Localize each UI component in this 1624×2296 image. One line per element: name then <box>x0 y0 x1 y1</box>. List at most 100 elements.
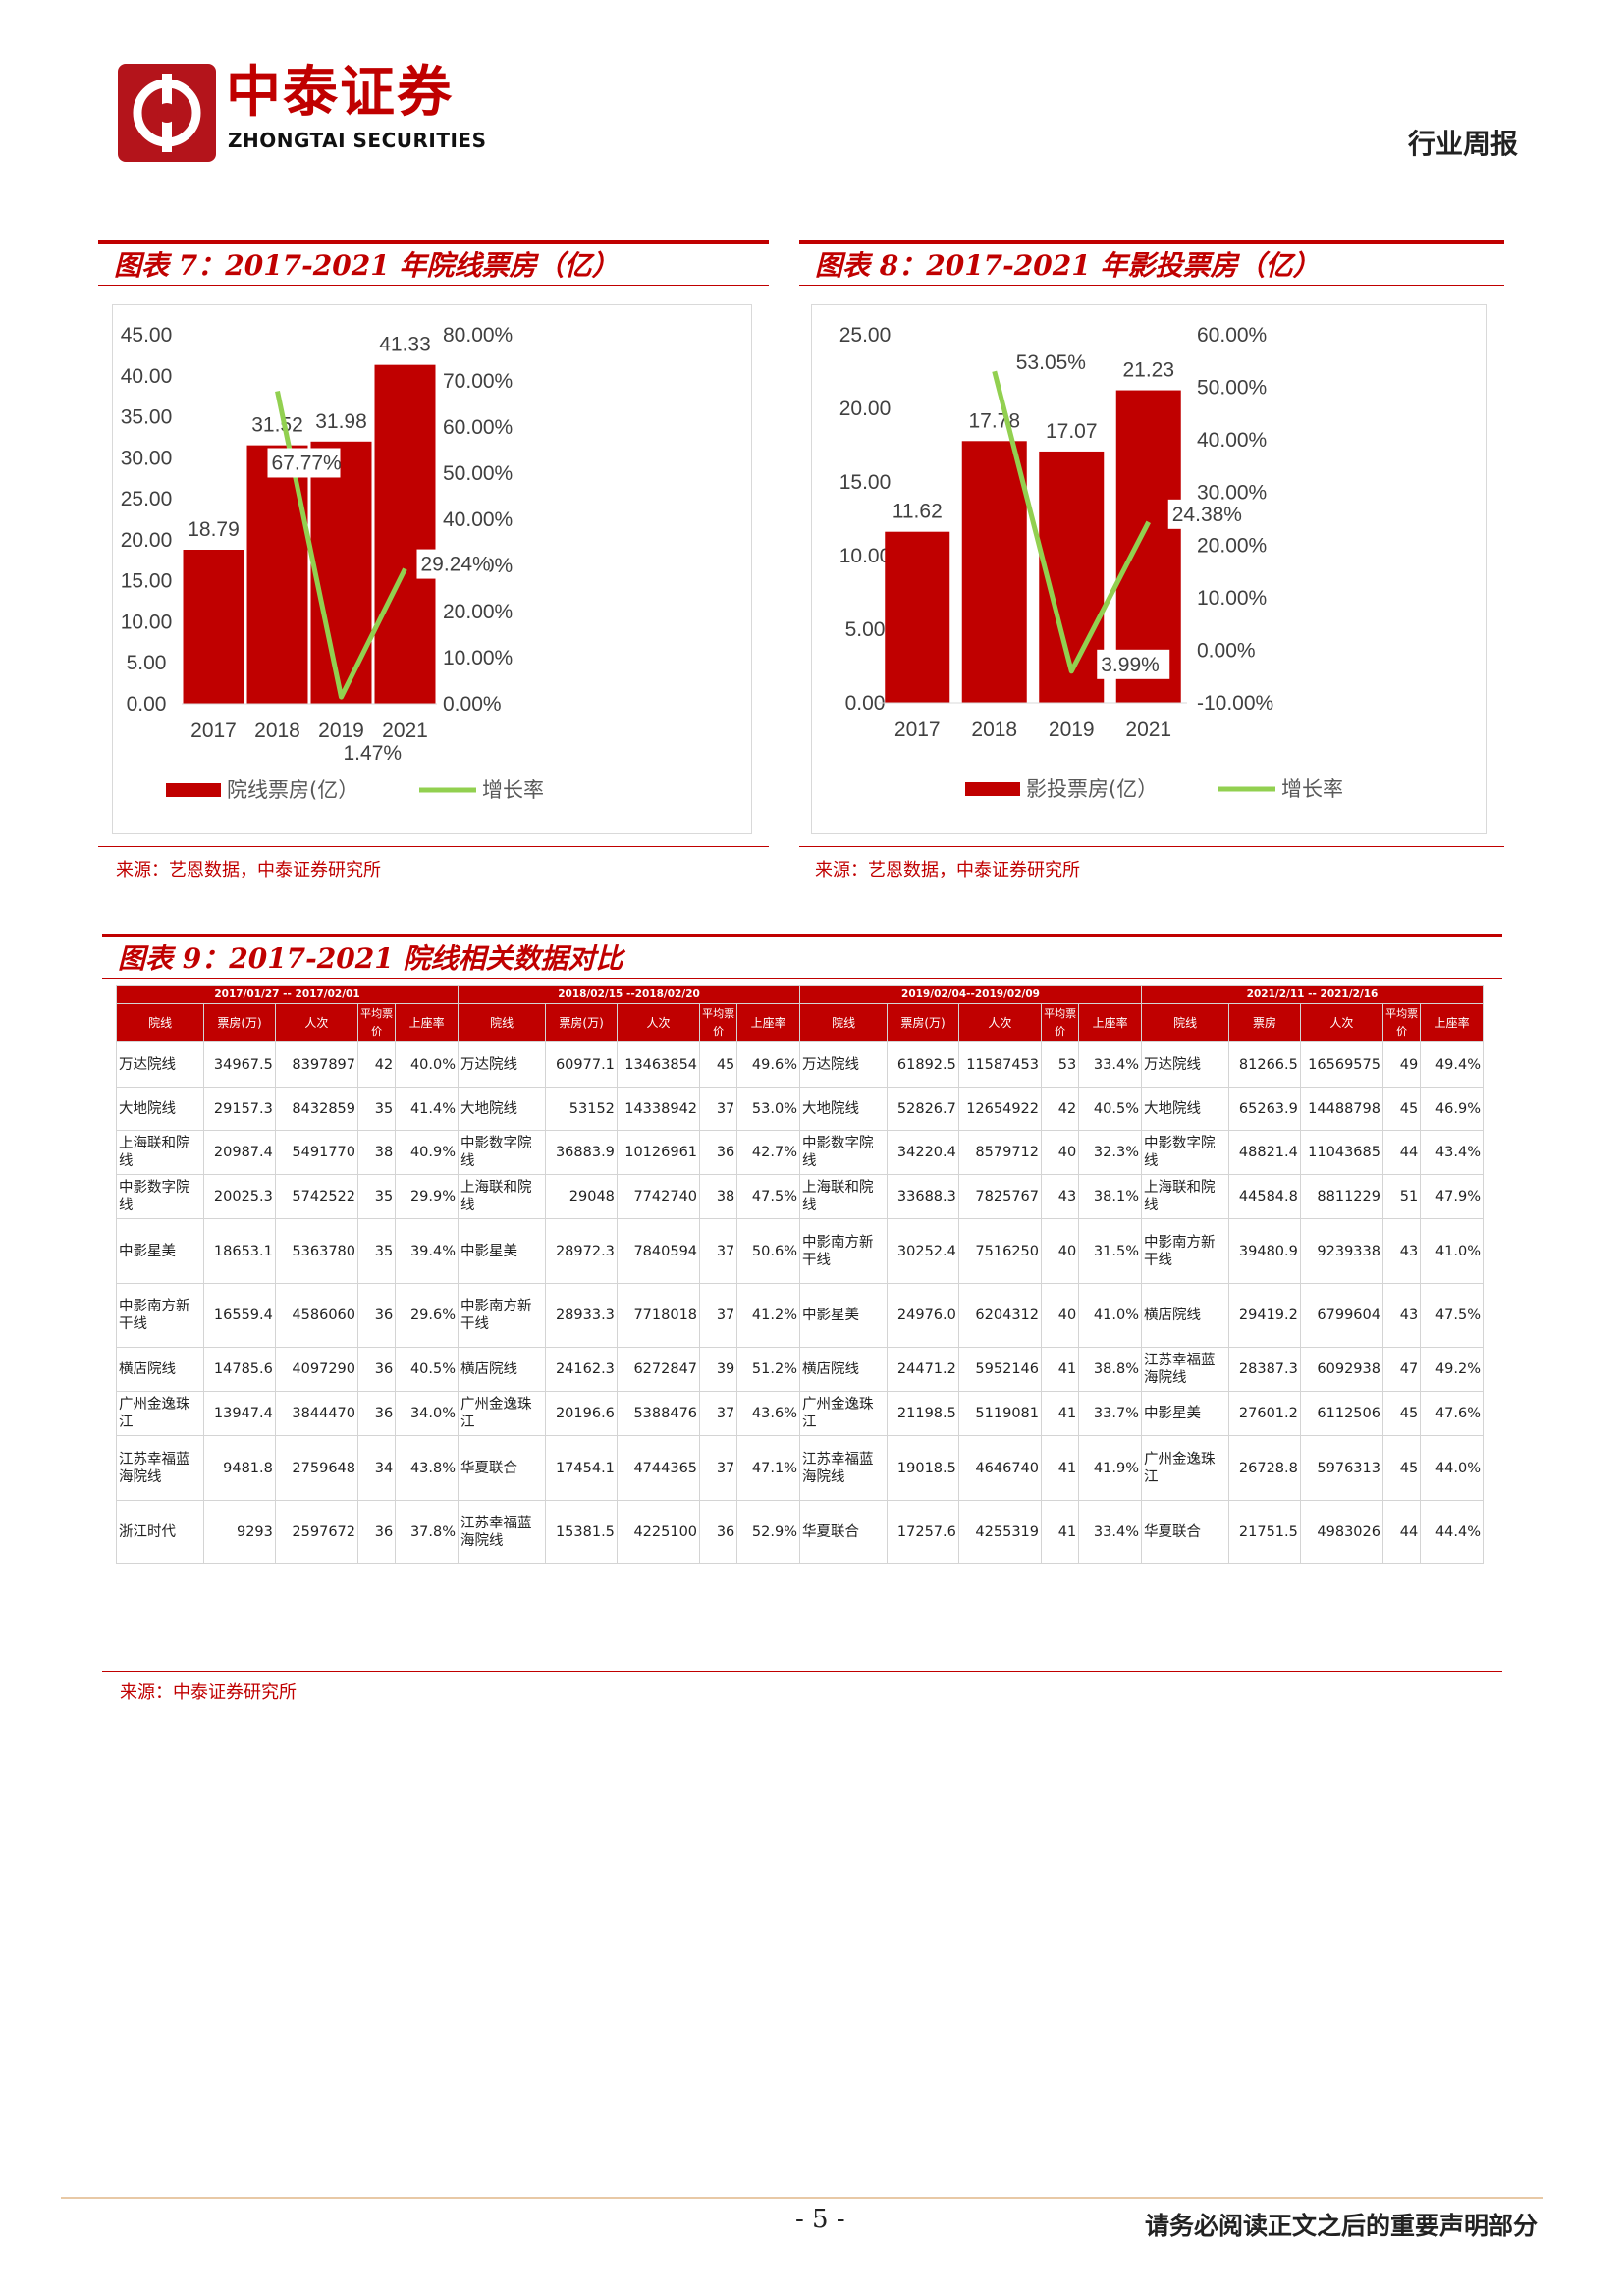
table-cell-value: 11587453 <box>957 1041 1043 1088</box>
legend-bar-swatch <box>965 782 1020 796</box>
table-cell-cinema: 华夏联合 <box>798 1500 889 1564</box>
table-cell-value: 40 <box>1040 1130 1080 1175</box>
right-axis-tick-label: 10.00% <box>1197 587 1267 610</box>
table-column-header: 院线 <box>798 1003 889 1042</box>
table-cell-cinema: 广州金逸珠江 <box>798 1391 889 1436</box>
table-cell-value: 42 <box>1040 1087 1080 1131</box>
table-cell-cinema: 上海联和院线 <box>458 1174 547 1219</box>
table-cell-value: 40 <box>1040 1283 1080 1348</box>
table-cell-value: 31.5% <box>1078 1218 1142 1284</box>
table-cell-cinema: 横店院线 <box>798 1347 889 1392</box>
table-cell-value: 33.4% <box>1078 1041 1142 1088</box>
table-cell-cinema: 大地院线 <box>798 1087 889 1131</box>
table-cell-value: 5491770 <box>274 1130 359 1175</box>
table-period-row: 2017/01/27 -- 2017/02/01 2018/02/15 --201… <box>115 985 1485 1004</box>
table-column-header: 票房(万) <box>545 1003 618 1042</box>
line-data-label: 67.77% <box>272 452 342 474</box>
table-period-header: 2017/01/27 -- 2017/02/01 <box>115 985 460 1004</box>
right-axis-tick-label: 40.00% <box>1197 429 1267 452</box>
x-axis-tick-label: 2021 <box>1125 719 1171 741</box>
table-cell-value: 29.6% <box>395 1283 460 1348</box>
table-cell-value: 5388476 <box>616 1391 701 1436</box>
left-axis-tick-label: 40.00 <box>121 365 173 388</box>
table-cell-value: 41.9% <box>1078 1435 1142 1501</box>
table-cell-value: 34967.5 <box>203 1041 276 1088</box>
table-cell-cinema: 横店院线 <box>115 1347 205 1392</box>
left-axis-tick-label: 35.00 <box>121 406 173 429</box>
table-cell-value: 53 <box>1040 1041 1080 1088</box>
table-cell-value: 26728.8 <box>1228 1435 1301 1501</box>
table-cell-cinema: 万达院线 <box>798 1041 889 1088</box>
table-cell-cinema: 江苏幸福蓝海院线 <box>458 1500 547 1564</box>
legend-bar-label: 院线票房(亿） <box>227 778 358 802</box>
table-cell-value: 6092938 <box>1299 1347 1383 1392</box>
line-data-label: 53.05% <box>1016 351 1086 374</box>
table-cell-value: 4097290 <box>274 1347 359 1392</box>
figure7-source-line <box>98 846 769 847</box>
table-cell-value: 14338942 <box>616 1087 701 1131</box>
left-axis-tick-label: 10.00 <box>121 611 173 633</box>
table-row: 万达院线 34967.5 8397897 42 40.0% 万达院线 60977.1 1346… <box>115 1041 1485 1088</box>
table-cell-value: 6204312 <box>957 1283 1043 1348</box>
table-row: 中影南方新干线 16559.4 4586060 36 29.6% 中影南方新干线 28933… <box>115 1283 1485 1348</box>
figure8-title-bar: 图表 8：2017-2021 年影投票房（亿） <box>799 240 1504 286</box>
table-cell-value: 9239338 <box>1299 1218 1383 1284</box>
table-cell-value: 36 <box>356 1500 397 1564</box>
table-cell-value: 6272847 <box>616 1347 701 1392</box>
table-cell-value: 36 <box>356 1283 397 1348</box>
table-cell-value: 41.0% <box>1420 1218 1485 1284</box>
left-axis-tick-label: 10.00 <box>839 545 892 567</box>
table-column-header: 平均票价 <box>1040 1003 1080 1042</box>
bar-data-label: 11.62 <box>893 501 943 523</box>
table-cell-value: 33.7% <box>1078 1391 1142 1436</box>
figure8-source: 来源：艺恩数据，中泰证券研究所 <box>815 860 1080 881</box>
table-cell-value: 5952146 <box>957 1347 1043 1392</box>
table-header-row: 院线 票房(万) 人次 平均票价 上座率 院线 票房(万) 人次 平均票价 上座率 院线 票房(万) 人… <box>115 1003 1485 1042</box>
table-row: 中影数字院线 20025.3 5742522 35 29.9% 上海联和院线 29048 77… <box>115 1174 1485 1219</box>
table-cell-value: 41 <box>1040 1391 1080 1436</box>
bar <box>183 549 244 704</box>
table-row: 大地院线 29157.3 8432859 35 41.4% 大地院线 53152 143389… <box>115 1087 1485 1131</box>
right-axis-tick-label: 70.00% <box>443 370 513 393</box>
left-axis-tick-label: 25.00 <box>839 324 892 347</box>
table-cell-value: 40 <box>1040 1218 1080 1284</box>
table-cell-cinema: 中影南方新干线 <box>115 1283 205 1348</box>
table-cell-value: 4646740 <box>957 1435 1043 1501</box>
table-cell-value: 43.8% <box>395 1435 460 1501</box>
right-axis-tick-label: 20.00% <box>1197 534 1267 557</box>
table-cell-value: 29419.2 <box>1228 1283 1301 1348</box>
table-cell-value: 36 <box>699 1130 738 1175</box>
table-cell-cinema: 中影星美 <box>1140 1391 1230 1436</box>
table-period-header: 2021/2/11 -- 2021/2/16 <box>1140 985 1485 1004</box>
line-data-label: 3.99% <box>1101 654 1160 676</box>
table-cell-value: 14785.6 <box>203 1347 276 1392</box>
table-cell-value: 47.9% <box>1420 1174 1485 1219</box>
left-axis-tick-label: 5.00 <box>127 652 167 674</box>
table-column-header: 票房(万) <box>203 1003 276 1042</box>
table-cell-value: 28972.3 <box>545 1218 618 1284</box>
figure9-source: 来源：中泰证券研究所 <box>120 1682 297 1703</box>
table-cell-cinema: 中影数字院线 <box>115 1174 205 1219</box>
table-cell-value: 36 <box>356 1347 397 1392</box>
table-cell-value: 13947.4 <box>203 1391 276 1436</box>
figure9-source-line <box>102 1671 1502 1672</box>
table-cell-value: 45 <box>699 1041 738 1088</box>
table-cell-cinema: 中影南方新干线 <box>458 1283 547 1348</box>
table-cell-value: 7840594 <box>616 1218 701 1284</box>
table-cell-cinema: 浙江时代 <box>115 1500 205 1564</box>
table-cell-cinema: 江苏幸福蓝海院线 <box>115 1435 205 1501</box>
left-axis-tick-label: 45.00 <box>121 324 173 347</box>
table-cell-value: 38 <box>356 1130 397 1175</box>
table-cell-cinema: 上海联和院线 <box>798 1174 889 1219</box>
table-cell-cinema: 万达院线 <box>458 1041 547 1088</box>
table-cell-cinema: 中影星美 <box>798 1283 889 1348</box>
table-period-header: 2019/02/04--2019/02/09 <box>799 985 1142 1004</box>
table-column-header: 院线 <box>115 1003 205 1042</box>
table-cell-value: 4744365 <box>616 1435 701 1501</box>
table-cell-value: 12654922 <box>957 1087 1043 1131</box>
table-cell-value: 41.2% <box>736 1283 800 1348</box>
table-cell-value: 40.0% <box>395 1041 460 1088</box>
table-row: 上海联和院线 20987.4 5491770 38 40.9% 中影数字院线 36883.9… <box>115 1130 1485 1175</box>
table-cell-value: 24976.0 <box>887 1283 959 1348</box>
table-cell-cinema: 中影星美 <box>115 1218 205 1284</box>
